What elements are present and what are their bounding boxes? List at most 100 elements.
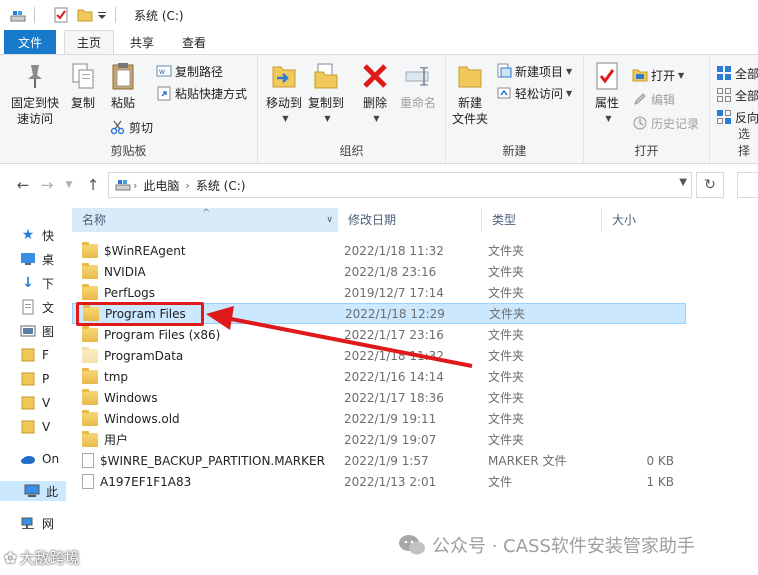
paste-button[interactable]: 粘贴: [106, 59, 140, 111]
select-all-button[interactable]: 全部: [716, 63, 758, 83]
edit-label: 编辑: [651, 92, 676, 107]
customize-toolbar-chevron-icon[interactable]: [97, 7, 107, 23]
open-button[interactable]: 打开 ▼: [632, 65, 684, 85]
table-row[interactable]: Windows 2022/1/17 18:36 文件夹: [72, 387, 686, 408]
back-button[interactable]: ←: [14, 175, 32, 195]
column-type-header[interactable]: 类型: [482, 208, 602, 232]
breadcrumb-c-drive[interactable]: 系统 (C:): [196, 177, 246, 194]
nav-quick-access[interactable]: ★ 快: [20, 225, 54, 245]
column-name-header[interactable]: ^ 名称 ∨: [72, 208, 338, 232]
address-bar[interactable]: › 此电脑 › 系统 (C:) ▼: [108, 172, 692, 198]
file-name: tmp: [104, 369, 129, 384]
column-date-label: 修改日期: [348, 213, 397, 227]
copy-to-icon: [310, 59, 342, 93]
history-icon: [632, 115, 648, 131]
nav-folder-f[interactable]: F: [20, 345, 49, 365]
new-folder-button[interactable]: 新建 文件夹: [450, 59, 490, 127]
delete-label: 删除: [362, 96, 387, 110]
nav-pictures[interactable]: 图: [20, 321, 54, 341]
nav-onedrive[interactable]: On: [20, 449, 59, 469]
edit-button[interactable]: 编辑: [632, 89, 675, 109]
table-row[interactable]: Windows.old 2022/1/9 19:11 文件夹: [72, 408, 686, 429]
column-type-label: 类型: [492, 213, 517, 227]
copy-button[interactable]: 复制: [66, 59, 100, 111]
file-date: 2022/1/9 19:07: [344, 432, 437, 447]
copy-to-button[interactable]: 复制到 ▼: [306, 59, 346, 127]
nav-downloads[interactable]: ↓ 下: [20, 273, 54, 293]
tab-file[interactable]: 文件: [4, 30, 57, 54]
file-name: Windows.old: [104, 411, 180, 426]
properties-button[interactable]: 属性 ▼: [590, 59, 624, 127]
easy-access-button[interactable]: 轻松访问 ▼: [496, 83, 572, 103]
properties-check-icon[interactable]: [53, 7, 69, 23]
breadcrumb-chevron-icon[interactable]: ›: [133, 179, 137, 192]
forward-button[interactable]: →: [38, 175, 56, 195]
paste-shortcut-icon: [156, 85, 172, 101]
watermark-logo-icon: ✿: [4, 548, 17, 567]
nav-network[interactable]: 网: [20, 513, 54, 533]
invert-selection-label: 反向: [735, 110, 758, 125]
pin-label-line2: 速访问: [16, 112, 53, 126]
nav-label: F: [42, 348, 49, 362]
file-date: 2022/1/17 18:36: [344, 390, 444, 405]
nav-desktop[interactable]: 桌: [20, 249, 54, 269]
refresh-button[interactable]: ↻: [696, 172, 724, 198]
address-dropdown-icon[interactable]: ▼: [679, 177, 687, 188]
copy-path-label: 复制路径: [175, 64, 224, 79]
tab-home[interactable]: 主页: [64, 30, 115, 55]
nav-folder-v1[interactable]: V: [20, 393, 50, 413]
pin-to-quick-access-button[interactable]: 固定到快 速访问: [8, 59, 62, 127]
rename-button[interactable]: 重命名: [396, 59, 440, 111]
nav-label: 此: [46, 484, 59, 499]
nav-documents[interactable]: 文: [20, 297, 54, 317]
file-date: 2022/1/13 2:01: [344, 474, 437, 489]
nav-this-pc[interactable]: 此: [0, 481, 66, 501]
file-name: $WINRE_BACKUP_PARTITION.MARKER: [100, 453, 325, 468]
new-folder-icon[interactable]: [77, 7, 93, 23]
search-input[interactable]: [737, 172, 758, 198]
column-date-header[interactable]: 修改日期: [338, 208, 482, 232]
tab-view[interactable]: 查看: [170, 30, 218, 54]
pin-icon: [19, 59, 51, 93]
copy-path-button[interactable]: W 复制路径: [156, 61, 223, 81]
table-row[interactable]: A197EF1F1A83 2022/1/13 2:01 文件 1 KB: [72, 471, 686, 492]
file-name: A197EF1F1A83: [100, 474, 192, 489]
invert-selection-button[interactable]: 反向: [716, 107, 758, 127]
select-none-button[interactable]: 全部: [716, 85, 758, 105]
cut-button[interactable]: 剪切: [110, 117, 153, 137]
table-row[interactable]: NVIDIA 2022/1/8 23:16 文件夹: [72, 261, 686, 282]
easy-access-icon: [496, 85, 512, 101]
folder-icon: [82, 262, 98, 279]
file-type: 文件夹: [488, 265, 525, 279]
delete-button[interactable]: 删除 ▼: [358, 59, 392, 127]
breadcrumb-chevron-icon[interactable]: ›: [185, 179, 189, 192]
up-button[interactable]: ↑: [84, 175, 102, 195]
new-item-label: 新建项目: [515, 64, 564, 79]
navigation-pane: ★ 快 桌 ↓ 下 文 图 F P V V On 此 网: [0, 205, 66, 575]
nav-folder-v2[interactable]: V: [20, 417, 50, 437]
tab-share[interactable]: 共享: [118, 30, 166, 54]
folder-icon: [82, 409, 98, 426]
new-item-button[interactable]: 新建项目 ▼: [496, 61, 572, 81]
history-button[interactable]: 历史记录: [632, 113, 699, 133]
delete-dropdown-icon: ▼: [373, 114, 380, 123]
file-type: 文件夹: [488, 286, 525, 300]
nav-label: P: [42, 372, 50, 386]
highlight-box: [76, 302, 204, 326]
file-date: 2022/1/18 11:32: [344, 243, 444, 258]
column-name-dropdown-icon[interactable]: ∨: [326, 208, 333, 232]
table-row[interactable]: $WinREAgent 2022/1/18 11:32 文件夹: [72, 240, 686, 261]
breadcrumb-this-pc[interactable]: 此电脑: [143, 177, 179, 194]
table-row[interactable]: $WINRE_BACKUP_PARTITION.MARKER 2022/1/9 …: [72, 450, 686, 471]
download-arrow-icon: ↓: [22, 275, 34, 291]
nav-folder-p[interactable]: P: [20, 369, 49, 389]
properties-label: 属性: [594, 96, 619, 110]
move-to-button[interactable]: 移动到 ▼: [264, 59, 304, 127]
column-size-header[interactable]: 大小: [602, 208, 686, 232]
paste-shortcut-button[interactable]: 粘贴快捷方式: [156, 83, 247, 103]
new-item-icon: [496, 63, 512, 79]
folder-icon: [20, 371, 36, 387]
drive-icon[interactable]: [10, 7, 26, 23]
table-row[interactable]: 用户 2022/1/9 19:07 文件夹: [72, 429, 686, 450]
recent-locations-icon[interactable]: ▼: [60, 175, 78, 195]
